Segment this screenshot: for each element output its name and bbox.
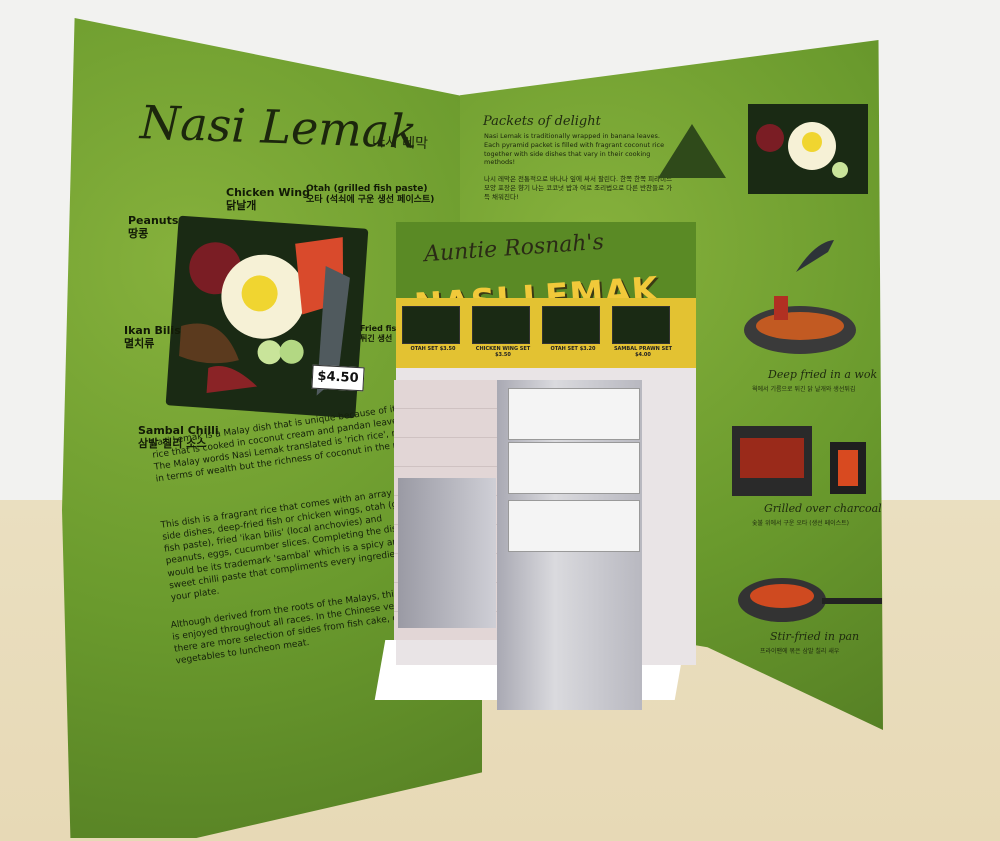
food-tray-row-1 <box>508 388 640 440</box>
method-caption-wok-kr: 웍에서 기름으로 튀긴 닭 날개와 생선튀김 <box>752 386 856 393</box>
packets-paragraph: Nasi Lemak is traditionally wrapped in b… <box>484 132 673 201</box>
label-chicken-wing: Chicken Wing 닭날개 <box>226 186 310 213</box>
page-title-korean: 나시 레막 <box>371 134 429 152</box>
menu-item-label: OTAH SET $3.20 <box>550 346 596 352</box>
method-caption-wok: Deep fried in a wok <box>768 368 878 381</box>
banana-leaf-packet-icon <box>652 118 732 192</box>
method-caption-grill-kr: 숯불 위에서 구운 오타 (생선 페이스트) <box>752 520 850 527</box>
wok-icon <box>730 290 870 374</box>
label-otah: Otah (grilled fish paste) 오타 (석쇠에 구운 생선 페… <box>306 184 435 205</box>
menu-item-label: OTAH SET $3.50 <box>410 346 456 352</box>
method-caption-pan-kr: 프라이팬에 볶은 삼발 칠리 새우 <box>760 648 840 655</box>
stall-steel-cabinet <box>398 478 496 628</box>
menu-item-image <box>542 306 600 344</box>
grill-icon <box>730 420 870 504</box>
packet-plate-icon <box>748 104 868 194</box>
price-tag: $4.50 <box>311 364 365 392</box>
menu-item: CHICKEN WING SET $3.50 <box>468 302 534 364</box>
food-tray-row-3 <box>508 500 640 552</box>
menu-item-label: CHICKEN WING SET $3.50 <box>475 346 531 358</box>
food-tray-row-2 <box>508 442 640 494</box>
label-ikan-bilis: Ikan Bilis 멸치류 <box>124 324 181 351</box>
label-peanuts: Peanuts 땅콩 <box>128 214 179 241</box>
menu-item: OTAH SET $3.20 <box>538 302 604 364</box>
menu-item: OTAH SET $3.50 <box>398 302 464 364</box>
menu-item-label: SAMBAL PRAWN SET $4.00 <box>613 346 673 358</box>
fish-icon <box>790 232 840 286</box>
menu-item-image <box>472 306 530 344</box>
menu-item: SAMBAL PRAWN SET $4.00 <box>608 302 674 364</box>
menu-item-image <box>402 306 460 344</box>
packets-heading: Packets of delight <box>483 114 601 129</box>
method-caption-grill: Grilled over charcoal <box>764 502 882 515</box>
method-caption-pan: Stir-fried in pan <box>770 630 860 643</box>
menu-item-image <box>612 306 670 344</box>
